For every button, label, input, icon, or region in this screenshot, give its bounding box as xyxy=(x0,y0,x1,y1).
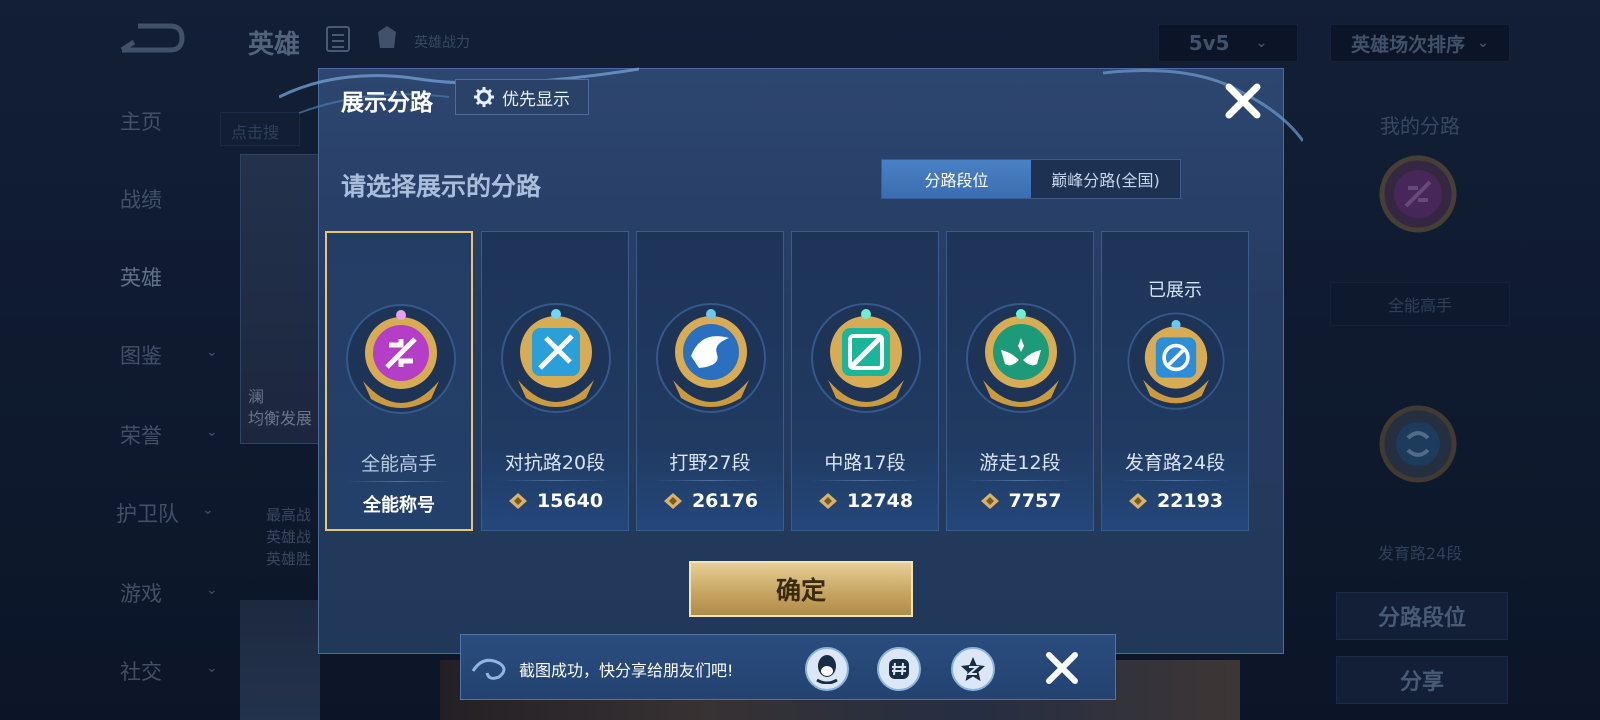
wechat-moments-icon[interactable] xyxy=(877,647,921,691)
lane-card-all-round[interactable]: 全能高手 全能称号 xyxy=(325,231,473,531)
lane-value: 26176 xyxy=(637,490,783,512)
priority-display-label: 优先显示 xyxy=(502,89,570,110)
lane-card-top[interactable]: 对抗路20段 15640 xyxy=(481,231,629,531)
lane-divider xyxy=(1120,480,1230,481)
gear-icon xyxy=(474,87,494,107)
dialog-title: 展示分路 xyxy=(341,90,433,116)
lane-card-jungle[interactable]: 打野27段 26176 xyxy=(636,231,784,531)
star-glyph xyxy=(961,657,985,681)
lane-points: 15640 xyxy=(536,490,604,512)
toast-message: 截图成功，快分享给朋友们吧! xyxy=(519,661,734,680)
lane-tabs: 分路段位 巅峰分路(全国) xyxy=(881,159,1181,199)
mid-lane-badge-icon xyxy=(811,303,921,413)
lane-card-farm[interactable]: 已展示 发育路24段 22193 xyxy=(1101,231,1249,531)
tab-lane-rank[interactable]: 分路段位 xyxy=(882,160,1031,198)
rank-points-icon xyxy=(1128,493,1147,509)
lane-name: 对抗路20段 xyxy=(504,452,606,474)
lane-value: 全能称号 xyxy=(327,491,471,517)
lane-name: 中路17段 xyxy=(824,452,906,474)
farm-lane-badge-icon xyxy=(1127,312,1225,410)
lane-divider xyxy=(810,480,920,481)
qzone-icon[interactable] xyxy=(951,647,995,691)
lane-divider xyxy=(655,480,765,481)
dialog-ornament xyxy=(1103,69,1303,142)
lane-name: 发育路24段 xyxy=(1124,452,1226,474)
lane-name: 打野27段 xyxy=(669,452,751,474)
top-lane-badge-icon xyxy=(501,303,611,413)
lane-points: 12748 xyxy=(846,490,914,512)
qq-glyph xyxy=(816,655,838,684)
swirl-icon xyxy=(471,658,506,680)
lane-points: 26176 xyxy=(691,490,759,512)
close-icon[interactable] xyxy=(1219,77,1267,125)
rank-points-icon xyxy=(818,493,837,509)
lane-name: 游走12段 xyxy=(979,452,1061,474)
lane-display-dialog: 展示分路 优先显示 请选择展示的分路 分路段位 巅峰分路(全国) 全能高手 全能… xyxy=(279,67,1303,654)
shown-label: 已展示 xyxy=(1148,280,1202,301)
close-icon[interactable] xyxy=(1043,649,1081,687)
tab-peak-lane[interactable]: 巅峰分路(全国) xyxy=(1031,160,1180,198)
lane-card-mid[interactable]: 中路17段 12748 xyxy=(791,231,939,531)
lane-card-roam[interactable]: 游走12段 7757 xyxy=(946,231,1094,531)
lane-title-text: 全能称号 xyxy=(363,495,435,516)
qq-icon[interactable] xyxy=(805,647,849,691)
lane-value: 12748 xyxy=(792,490,938,512)
jungle-badge-icon xyxy=(656,303,766,413)
lane-divider xyxy=(345,481,453,482)
lane-divider xyxy=(965,480,1075,481)
priority-display-button[interactable]: 优先显示 xyxy=(455,79,589,115)
rank-points-icon xyxy=(663,493,682,509)
all-round-badge-icon xyxy=(346,304,456,414)
lane-points: 7757 xyxy=(1008,490,1062,512)
lane-divider xyxy=(500,480,610,481)
rank-points-icon xyxy=(508,493,527,509)
confirm-button[interactable]: 确定 xyxy=(689,561,913,617)
lane-value: 15640 xyxy=(482,490,628,512)
lane-value: 7757 xyxy=(947,490,1093,512)
moments-glyph xyxy=(889,659,909,679)
dialog-prompt: 请选择展示的分路 xyxy=(341,172,542,201)
roam-badge-icon xyxy=(966,303,1076,413)
lane-name: 全能高手 xyxy=(360,453,437,475)
rank-points-icon xyxy=(980,493,999,509)
screenshot-share-toast: 截图成功，快分享给朋友们吧! xyxy=(460,634,1116,700)
lane-points: 22193 xyxy=(1156,490,1224,512)
lane-value: 22193 xyxy=(1102,490,1248,512)
